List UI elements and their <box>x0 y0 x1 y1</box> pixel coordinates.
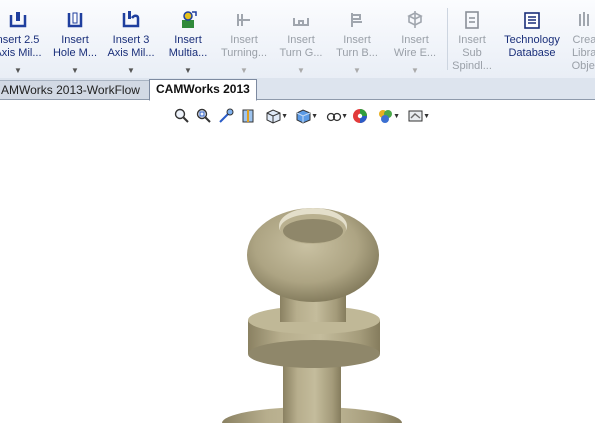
part-model[interactable] <box>0 100 595 423</box>
zoom-to-area-icon[interactable] <box>194 106 214 126</box>
tab-camworks-2013[interactable]: CAMWorks 2013 <box>149 79 257 101</box>
button-label-line3: Objec <box>571 60 595 72</box>
chevron-down-icon[interactable]: ▼ <box>127 64 135 77</box>
button-label-line2: Turn B... <box>336 47 378 59</box>
button-label-line2: Sub <box>462 47 482 59</box>
turning-icon <box>237 14 250 26</box>
hole-machining-icon <box>67 12 83 28</box>
command-manager-ribbon: nsert 2.5 Axis Mil... ▼ Insert Hole M...… <box>0 0 595 79</box>
button-label-line2: Axis Mil... <box>107 47 155 59</box>
button-label-line2: Turn G... <box>279 47 323 59</box>
heads-up-view-toolbar: ▼ ▼ ▼ ▼ ▼ <box>172 105 432 127</box>
view-settings-icon[interactable]: ▼ <box>402 106 430 126</box>
section-view-icon[interactable] <box>238 106 258 126</box>
hide-show-items-icon[interactable]: ▼ <box>320 106 348 126</box>
insert-wire-edm-button[interactable]: Insert Wire E... ▼ <box>388 0 442 78</box>
chevron-down-icon[interactable]: ▼ <box>14 64 22 77</box>
button-label-line2: Turning... <box>220 47 268 59</box>
insert-2-5-axis-mill-button[interactable]: nsert 2.5 Axis Mil... ▼ <box>0 0 50 78</box>
mill-2-5-axis-icon <box>9 12 27 28</box>
chevron-down-icon[interactable]: ▼ <box>353 64 361 77</box>
button-label-line1: Creat <box>572 34 595 46</box>
button-label-line1: nsert 2.5 <box>0 34 40 46</box>
chevron-down-icon[interactable]: ▼ <box>297 64 305 77</box>
chevron-down-icon[interactable]: ▼ <box>184 64 192 77</box>
button-label-line2: Axis Mil... <box>0 47 42 59</box>
insert-sub-spindle-button[interactable]: Insert Sub Spindl... <box>450 0 494 78</box>
button-label-line1: Insert <box>61 34 89 46</box>
button-label-line1: Insert <box>287 34 315 46</box>
technology-database-button[interactable]: Technology Database <box>500 0 564 78</box>
view-orientation-icon[interactable]: ▼ <box>260 106 288 126</box>
previous-view-icon[interactable] <box>216 106 236 126</box>
chevron-down-icon[interactable]: ▼ <box>71 64 79 77</box>
library-object-icon <box>579 12 589 26</box>
tab-camworks-workflow[interactable]: AMWorks 2013-WorkFlow <box>0 80 154 99</box>
multiaxis-icon <box>182 11 197 28</box>
mill-3-axis-icon <box>122 11 140 28</box>
edit-appearance-icon[interactable] <box>350 106 370 126</box>
button-label-line2: Hole M... <box>52 47 97 59</box>
button-label-line1: Insert <box>174 34 202 46</box>
sub-spindle-icon <box>465 11 479 29</box>
button-label-line3: Spindl... <box>452 60 492 72</box>
insert-3-axis-mill-button[interactable]: Insert 3 Axis Mil... ▼ <box>104 0 158 78</box>
button-label-line1: Insert <box>343 34 371 46</box>
insert-turn-groove-button[interactable]: Insert Turn G... ▼ <box>274 0 328 78</box>
insert-multiaxis-button[interactable]: Insert Multia... ▼ <box>162 0 214 78</box>
insert-hole-machining-button[interactable]: Insert Hole M... ▼ <box>50 0 100 78</box>
button-label-line1: Insert <box>230 34 258 46</box>
chevron-down-icon[interactable]: ▼ <box>240 64 248 77</box>
insert-turn-bore-button[interactable]: Insert Turn B... ▼ <box>332 0 382 78</box>
button-label-line1: Insert <box>458 34 486 46</box>
turn-groove-icon <box>293 18 309 26</box>
button-label-line1: Technology <box>504 34 560 46</box>
wire-edm-icon <box>407 11 423 28</box>
button-label-line1: Insert 3 <box>112 34 150 46</box>
create-library-object-button[interactable]: Creat Librar Objec <box>566 0 595 78</box>
button-label-line2: Multia... <box>168 47 208 59</box>
button-label-line2: Database <box>508 47 556 59</box>
command-manager-tabs: AMWorks 2013-WorkFlow CAMWorks 2013 <box>0 78 595 101</box>
insert-turning-button[interactable]: Insert Turning... ▼ <box>218 0 270 78</box>
apply-scene-icon[interactable]: ▼ <box>372 106 400 126</box>
button-label-line1: Insert <box>401 34 429 46</box>
button-label-line2: Librar <box>571 47 595 59</box>
display-style-icon[interactable]: ▼ <box>290 106 318 126</box>
ribbon-separator <box>447 8 448 70</box>
technology-database-icon <box>524 12 540 29</box>
chevron-down-icon[interactable]: ▼ <box>411 64 419 77</box>
zoom-to-fit-icon[interactable] <box>172 106 192 126</box>
turn-bore-icon <box>351 13 362 27</box>
button-label-line2: Wire E... <box>393 47 437 59</box>
